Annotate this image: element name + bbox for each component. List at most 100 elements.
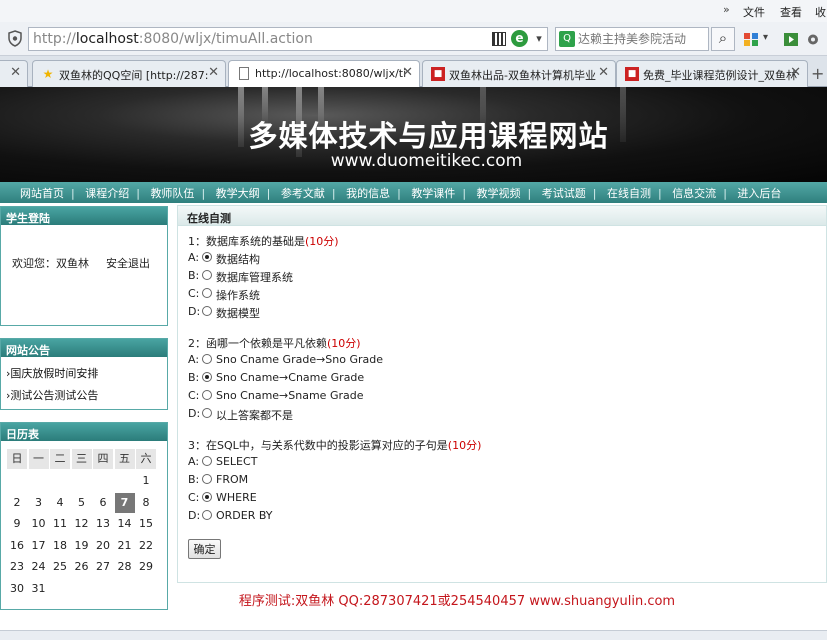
radio-button[interactable] <box>202 372 212 382</box>
calendar-day[interactable]: 22 <box>136 536 156 556</box>
tab-partial[interactable]: ✕ <box>0 60 28 87</box>
radio-button[interactable] <box>202 252 212 262</box>
gear-icon[interactable] <box>805 32 821 47</box>
calendar-day[interactable]: 13 <box>93 514 113 534</box>
tab-shuangyulin[interactable]: ■ 双鱼林出品-双鱼林计算机毕业 ✕ <box>422 60 616 87</box>
calendar-day[interactable]: 15 <box>136 514 156 534</box>
calendar-day[interactable]: 29 <box>136 557 156 577</box>
menu-view[interactable]: 查看 <box>780 4 802 20</box>
answer-option[interactable]: B: FROM <box>188 473 248 487</box>
answer-option[interactable]: B: 数据库管理系统 <box>188 269 293 284</box>
calendar-day[interactable]: 9 <box>7 514 27 534</box>
menu-file[interactable]: 文件 <box>743 4 765 20</box>
calendar-day[interactable]: 8 <box>136 493 156 513</box>
calendar-day[interactable]: 10 <box>29 514 49 534</box>
calendar-day[interactable]: 5 <box>72 493 92 513</box>
answer-option[interactable]: C: WHERE <box>188 491 257 505</box>
calendar-day[interactable]: 14 <box>115 514 135 534</box>
nav-my-info[interactable]: 我的信息 <box>346 187 390 200</box>
calendar-day[interactable]: 28 <box>115 557 135 577</box>
nav-admin[interactable]: 进入后台 <box>737 187 781 200</box>
answer-option[interactable]: C: Sno Cname→Sname Grade <box>188 389 364 403</box>
search-box[interactable]: Q <box>555 27 709 51</box>
calendar-day[interactable]: 6 <box>93 493 113 513</box>
radio-button[interactable] <box>202 474 212 484</box>
play-icon[interactable] <box>783 32 799 47</box>
radio-button[interactable] <box>202 354 212 364</box>
answer-option[interactable]: A: Sno Cname Grade→Sno Grade <box>188 353 383 367</box>
answer-option[interactable]: A: SELECT <box>188 455 257 469</box>
radio-button[interactable] <box>202 408 212 418</box>
shield-icon[interactable] <box>7 30 23 47</box>
calendar-day[interactable]: 2 <box>7 493 27 513</box>
radio-button[interactable] <box>202 306 212 316</box>
notice-item[interactable]: ›测试公告测试公告 <box>6 387 98 403</box>
nav-syllabus[interactable]: 教学大纲 <box>216 187 260 200</box>
calendar-day[interactable]: 30 <box>7 579 27 599</box>
nav-exams[interactable]: 考试试题 <box>542 187 586 200</box>
address-bar[interactable]: http://localhost:8080/wljx/timuAll.actio… <box>28 27 548 51</box>
nav-teachers[interactable]: 教师队伍 <box>150 187 194 200</box>
radio-button[interactable] <box>202 390 212 400</box>
nav-course-intro[interactable]: 课程介绍 <box>85 187 129 200</box>
close-icon[interactable]: ✕ <box>208 65 219 80</box>
search-input[interactable] <box>578 28 706 50</box>
magnifier-icon[interactable]: ⌕ <box>711 27 735 51</box>
calendar-day[interactable]: 27 <box>93 557 113 577</box>
tab-localhost[interactable]: http://localhost:8080/wljx/ti ✕ <box>228 60 420 88</box>
new-tab-icon[interactable]: + <box>811 64 824 83</box>
notice-item[interactable]: ›国庆放假时间安排 <box>6 365 98 381</box>
tab-free-design[interactable]: ■ 免费_毕业课程范例设计_双鱼林 ✕ <box>616 60 808 87</box>
nav-self-test[interactable]: 在线自测 <box>607 187 651 200</box>
nav-courseware[interactable]: 教学课件 <box>411 187 455 200</box>
close-icon[interactable]: ✕ <box>790 65 801 80</box>
logout-link[interactable]: 安全退出 <box>106 255 150 271</box>
radio-button[interactable] <box>202 456 212 466</box>
radio-button[interactable] <box>202 270 212 280</box>
calendar-day[interactable]: 23 <box>7 557 27 577</box>
nav-forum[interactable]: 信息交流 <box>672 187 716 200</box>
nav-home[interactable]: 网站首页 <box>20 187 64 200</box>
close-icon[interactable]: ✕ <box>598 65 609 80</box>
more-chevron-icon[interactable]: » <box>723 3 730 16</box>
qr-code-icon[interactable] <box>492 32 506 46</box>
calendar-day[interactable]: 12 <box>72 514 92 534</box>
calendar-day[interactable]: 17 <box>29 536 49 556</box>
answer-option[interactable]: D: 数据模型 <box>188 305 260 320</box>
chevron-down-icon[interactable]: ▾ <box>531 30 547 48</box>
nav-references[interactable]: 参考文献 <box>281 187 325 200</box>
calendar-day[interactable]: 20 <box>93 536 113 556</box>
calendar-day[interactable]: 21 <box>115 536 135 556</box>
answer-option[interactable]: D: ORDER BY <box>188 509 273 523</box>
apps-grid-icon[interactable] <box>743 32 759 47</box>
answer-option[interactable]: C: 操作系统 <box>188 287 260 302</box>
calendar-day[interactable]: 3 <box>29 493 49 513</box>
calendar-day[interactable]: 7 <box>114 492 135 513</box>
radio-button[interactable] <box>202 492 212 502</box>
calendar-day[interactable]: 4 <box>50 493 70 513</box>
nav-videos[interactable]: 教学视频 <box>477 187 521 200</box>
calendar-day[interactable]: 24 <box>29 557 49 577</box>
answer-option[interactable]: A: 数据结构 <box>188 251 260 266</box>
tab-qq-space[interactable]: ★ 双鱼林的QQ空间 [http://287: ✕ <box>32 60 226 87</box>
calendar-day[interactable]: 11 <box>50 514 70 534</box>
calendar-day[interactable]: 25 <box>50 557 70 577</box>
submit-button[interactable]: 确定 <box>188 539 221 559</box>
calendar-day[interactable]: 31 <box>29 579 49 599</box>
close-icon[interactable]: ✕ <box>402 65 413 80</box>
calendar-day[interactable]: 16 <box>7 536 27 556</box>
calendar-day[interactable]: 1 <box>136 471 156 491</box>
calendar-day[interactable]: 18 <box>50 536 70 556</box>
calendar-day[interactable]: 26 <box>72 557 92 577</box>
answer-option[interactable]: B: Sno Cname→Cname Grade <box>188 371 364 385</box>
radio-button[interactable] <box>202 510 212 520</box>
answer-option[interactable]: D: 以上答案都不是 <box>188 407 293 422</box>
menu-favorites[interactable]: 收 <box>815 4 826 20</box>
search-engine-icon[interactable]: Q <box>559 31 575 47</box>
chevron-down-icon[interactable]: ▾ <box>763 32 779 47</box>
close-icon[interactable]: ✕ <box>10 65 21 80</box>
address-text[interactable]: http://localhost:8080/wljx/timuAll.actio… <box>33 31 313 47</box>
radio-button[interactable] <box>202 288 212 298</box>
browser-e-icon[interactable]: e <box>511 30 528 47</box>
calendar-day[interactable]: 19 <box>72 536 92 556</box>
